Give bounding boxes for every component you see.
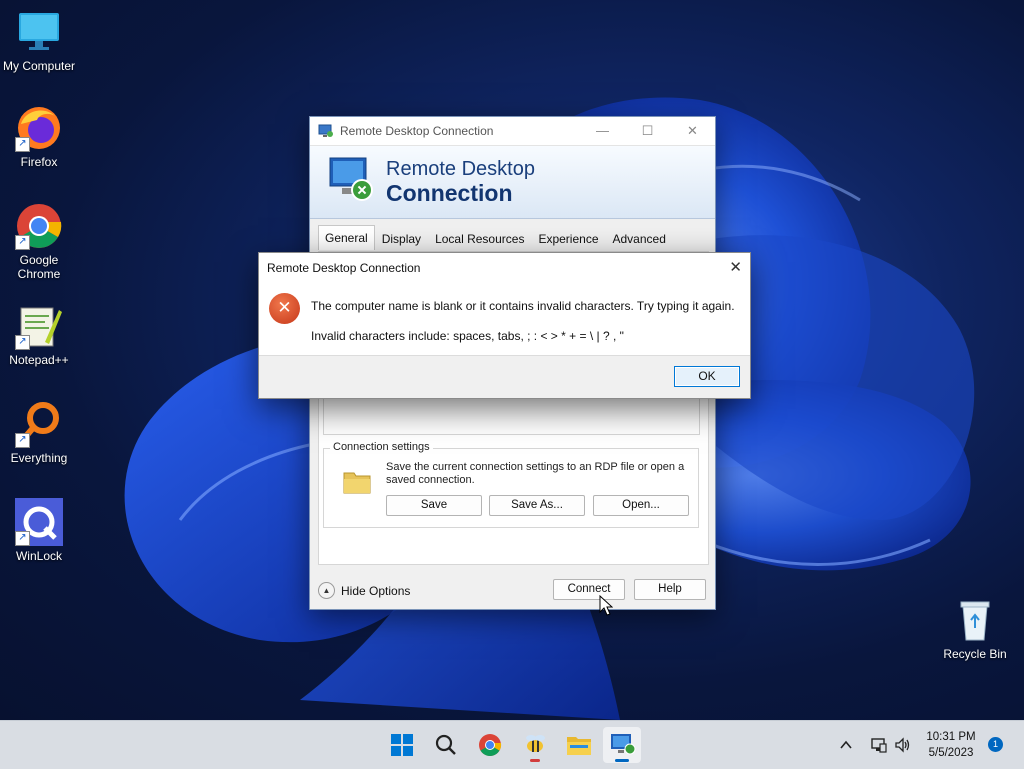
help-button[interactable]: Help [634, 579, 706, 600]
taskbar-search-button[interactable] [427, 727, 465, 763]
desktop-icon-everything[interactable]: ↗ Everything [0, 400, 78, 465]
rdp-window-title: Remote Desktop Connection [340, 124, 494, 138]
desktop-icon-firefox[interactable]: ↗ Firefox [0, 104, 78, 169]
shortcut-arrow-icon: ↗ [15, 235, 30, 250]
desktop-icon-notepadpp[interactable]: ↗ Notepad++ [0, 302, 78, 367]
notepadpp-icon: ↗ [15, 302, 63, 350]
shortcut-arrow-icon: ↗ [15, 531, 30, 546]
ok-button[interactable]: OK [674, 366, 740, 387]
error-detail: Invalid characters include: spaces, tabs… [311, 329, 624, 343]
connect-button[interactable]: Connect [553, 579, 625, 600]
taskbar-bee-app[interactable] [516, 727, 554, 763]
shortcut-arrow-icon: ↗ [15, 335, 30, 350]
error-dialog-footer: OK [259, 355, 750, 398]
desktop-icon-label: My Computer [2, 59, 76, 73]
monitor-icon [15, 8, 63, 56]
mouse-cursor-icon [599, 595, 613, 616]
tab-advanced[interactable]: Advanced [606, 227, 673, 250]
error-dialog[interactable]: Remote Desktop Connection ✕ ✕ The comput… [258, 252, 751, 399]
tab-display[interactable]: Display [375, 227, 428, 250]
chrome-icon [479, 734, 502, 756]
save-as-button[interactable]: Save As... [489, 495, 585, 516]
recycle-bin-icon [951, 596, 999, 644]
rdp-banner-title-line2: Connection [386, 180, 513, 206]
rdp-monitor-icon [329, 157, 373, 201]
system-clock[interactable]: 10:31 PM 5/5/2023 [918, 729, 984, 761]
taskbar: 10:31 PM 5/5/2023 1 [0, 720, 1024, 769]
desktop-icon-winlock[interactable]: ↗ WinLock [0, 498, 78, 563]
shortcut-arrow-icon: ↗ [15, 433, 30, 448]
remote-desktop-icon [318, 124, 333, 137]
desktop-icon-label: Notepad++ [9, 353, 69, 367]
bee-app-icon [526, 735, 545, 752]
everything-search-icon: ↗ [15, 400, 63, 448]
hide-options-toggle[interactable]: ▲ Hide Options [318, 582, 410, 599]
error-message: The computer name is blank or it contain… [311, 299, 735, 313]
firefox-icon: ↗ [15, 104, 63, 152]
save-button[interactable]: Save [386, 495, 482, 516]
minimize-icon[interactable]: — [580, 123, 625, 139]
tab-local-resources[interactable]: Local Resources [428, 227, 531, 250]
taskbar-remote-desktop[interactable] [603, 727, 641, 763]
hide-options-label: Hide Options [341, 583, 411, 598]
tab-experience[interactable]: Experience [531, 227, 605, 250]
rdp-tabs: General Display Local Resources Experien… [318, 225, 673, 250]
start-button[interactable] [383, 727, 421, 763]
desktop-icon-label: WinLock [15, 549, 62, 563]
shortcut-arrow-icon: ↗ [15, 137, 30, 152]
maximize-icon[interactable]: ☐ [625, 123, 670, 139]
taskbar-chrome[interactable] [471, 727, 509, 763]
desktop-icon-my-computer[interactable]: My Computer [0, 8, 78, 73]
desktop-icon-chrome[interactable]: ↗ Google Chrome [0, 202, 78, 281]
remote-desktop-icon [611, 734, 636, 755]
network-icon[interactable] [870, 736, 888, 754]
volume-icon[interactable] [894, 736, 912, 754]
chevron-up-icon: ▲ [318, 582, 335, 599]
close-icon[interactable]: ✕ [729, 258, 742, 276]
desktop-icon-recycle-bin[interactable]: Recycle Bin [936, 596, 1014, 661]
open-button[interactable]: Open... [593, 495, 689, 516]
desktop-icon-label: Firefox [20, 155, 58, 169]
chrome-icon: ↗ [15, 202, 63, 250]
error-icon: ✕ [269, 293, 300, 324]
taskbar-file-explorer[interactable] [560, 727, 598, 763]
connection-settings-description: Save the current connection settings to … [386, 461, 685, 486]
clock-time: 10:31 PM [926, 731, 976, 743]
error-dialog-title: Remote Desktop Connection [267, 261, 421, 275]
close-icon[interactable]: ✕ [670, 123, 715, 139]
desktop-icon-label: Google Chrome [17, 253, 61, 281]
winlock-icon: ↗ [15, 498, 63, 546]
chevron-up-icon[interactable] [838, 737, 854, 753]
running-indicator [615, 759, 629, 762]
search-icon [435, 734, 456, 755]
notification-badge[interactable]: 1 [988, 737, 1003, 752]
file-explorer-icon [567, 737, 591, 755]
rdp-titlebar[interactable]: Remote Desktop Connection — ☐ ✕ [310, 117, 715, 145]
logon-settings-group [323, 398, 700, 435]
running-indicator [530, 759, 540, 762]
connection-settings-group: Connection settings Save the current con… [323, 441, 699, 528]
clock-date: 5/5/2023 [928, 747, 974, 759]
desktop-icon-label: Recycle Bin [943, 647, 1007, 661]
folder-icon [343, 472, 371, 494]
start-icon [391, 734, 413, 756]
tab-general[interactable]: General [318, 225, 375, 250]
desktop-icon-label: Everything [10, 451, 68, 465]
rdp-banner-title-line1: Remote Desktop [386, 158, 535, 180]
rdp-banner: Remote Desktop Connection [310, 145, 715, 219]
connection-settings-legend: Connection settings [330, 441, 433, 453]
